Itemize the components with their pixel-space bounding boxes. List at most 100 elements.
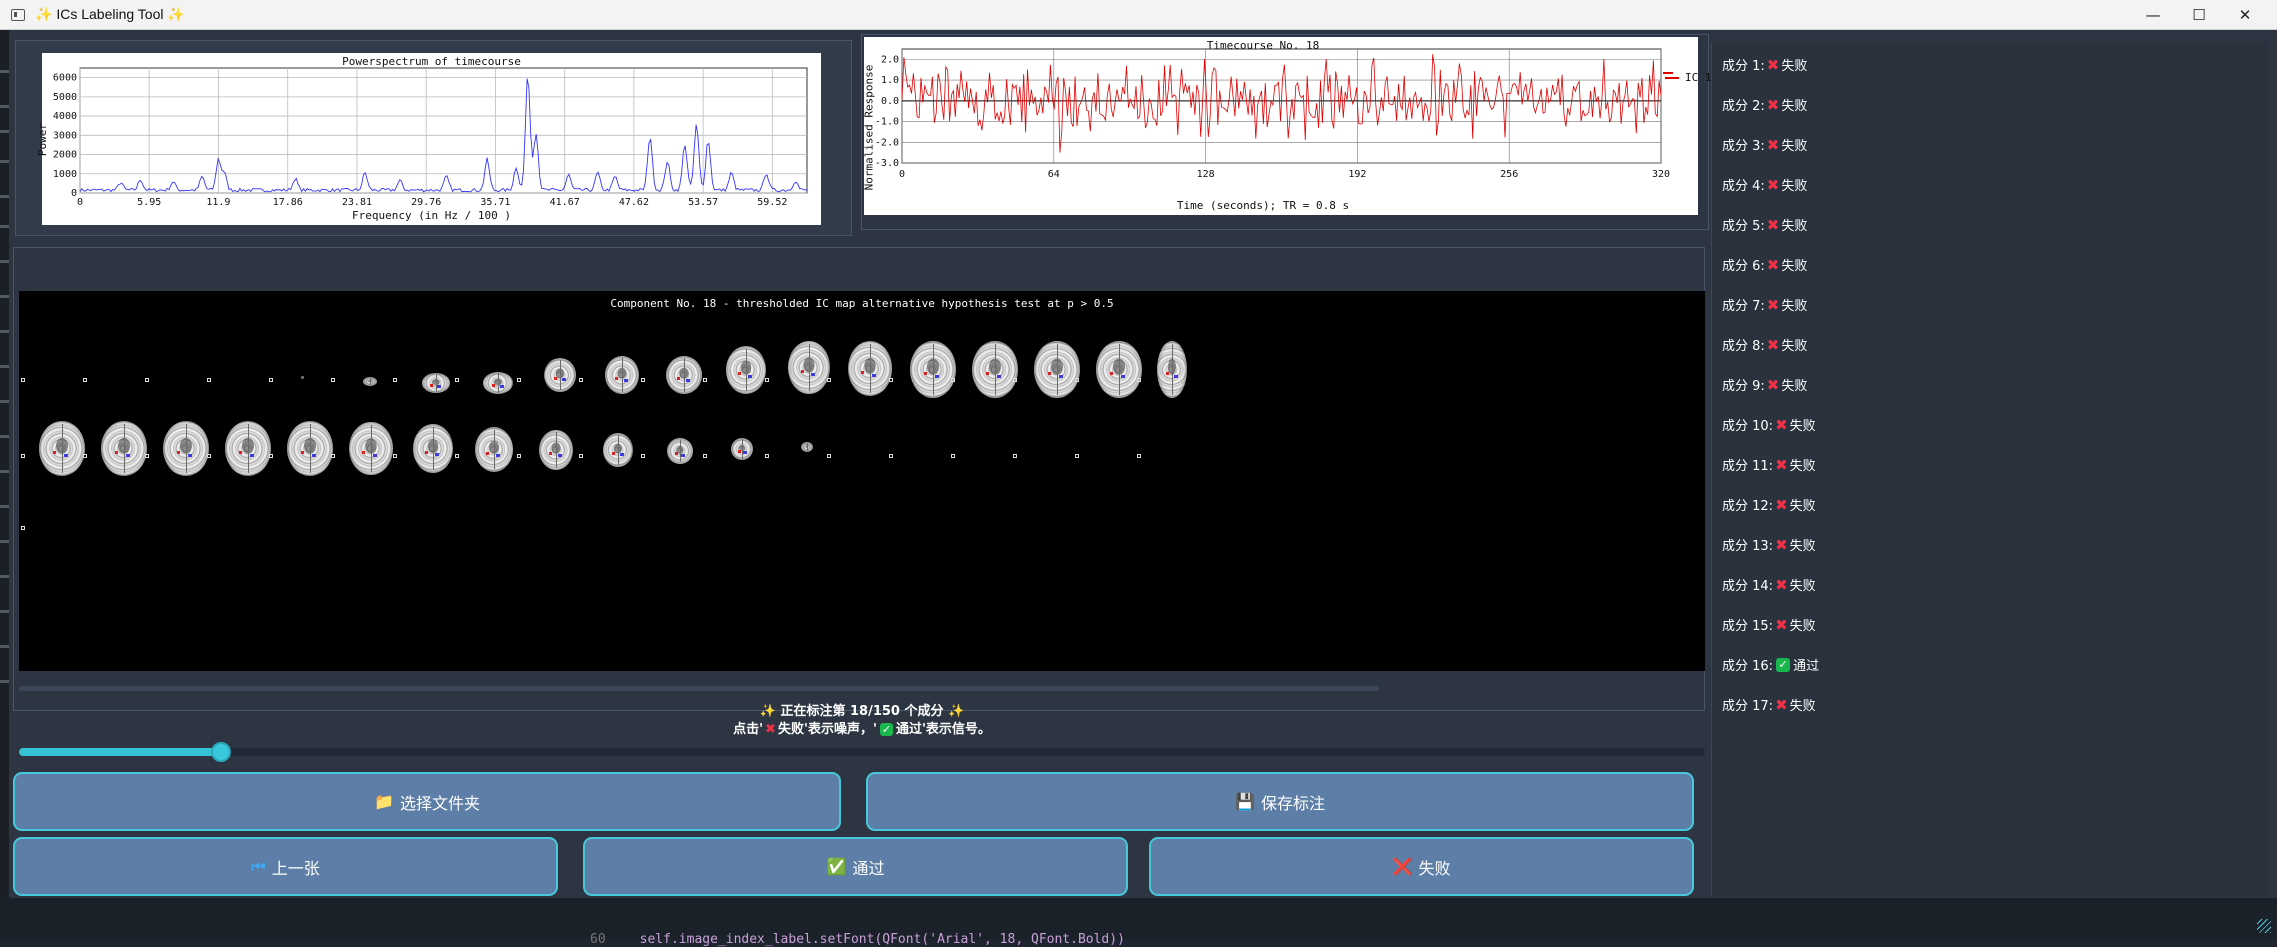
activation-blue bbox=[624, 379, 628, 382]
component-status: 失败 bbox=[1781, 55, 1807, 74]
slice-tick-mark bbox=[21, 378, 25, 382]
component-name: 成分 14: bbox=[1722, 575, 1773, 594]
app-icon bbox=[11, 9, 25, 21]
x-tick-label: 17.86 bbox=[273, 197, 303, 208]
x-tick-label: 29.76 bbox=[411, 197, 441, 208]
component-name: 成分 16: bbox=[1722, 655, 1773, 674]
previous-button[interactable]: ⏮ 上一张 bbox=[13, 837, 558, 896]
close-button[interactable]: ✕ bbox=[2222, 0, 2268, 30]
slice-tick-mark bbox=[207, 378, 211, 382]
activation-blue bbox=[188, 454, 192, 457]
slice-tick-mark bbox=[83, 378, 87, 382]
x-tick-label: 35.71 bbox=[480, 197, 510, 208]
slice-tick-mark bbox=[889, 378, 893, 382]
powerspectrum-chart: 010002000300040005000600005.9511.917.862… bbox=[42, 53, 821, 225]
activation-blue bbox=[312, 454, 316, 457]
timecourse-series-line bbox=[902, 54, 1661, 152]
activation-blue bbox=[1121, 375, 1125, 378]
fail-x-icon: ✖ bbox=[1767, 56, 1780, 74]
powerspectrum-panel: Powerspectrum of timecourse 010002000300… bbox=[15, 40, 852, 236]
brain-slice-row2-12 bbox=[731, 438, 753, 460]
window-title: ✨ ICs Labeling Tool ✨ bbox=[35, 6, 185, 23]
cross-icon: ❌ bbox=[1393, 857, 1413, 876]
brain-slice-row2-3 bbox=[163, 421, 209, 476]
y-tick-label: 1000 bbox=[53, 169, 77, 180]
timecourse-plot: Timecourse No. 18 2.01.00.0-1.0-2.0-3.00… bbox=[864, 37, 1698, 215]
previous-label: 上一张 bbox=[272, 855, 320, 879]
maximize-button[interactable]: ☐ bbox=[2176, 0, 2222, 30]
activation-blue bbox=[64, 454, 68, 457]
activation-blue bbox=[373, 454, 377, 457]
slice-tick-mark bbox=[703, 454, 707, 458]
component-name: 成分 15: bbox=[1722, 615, 1773, 634]
slice-tick-mark bbox=[1075, 378, 1079, 382]
window-titlebar: ✨ ICs Labeling Tool ✨ — ☐ ✕ bbox=[0, 0, 2277, 30]
fail-button[interactable]: ❌ 失败 bbox=[1149, 837, 1694, 896]
brain-slice-row2-5 bbox=[287, 421, 333, 476]
y-tick-label: 2.0 bbox=[881, 54, 899, 65]
x-tick-label: 64 bbox=[1048, 169, 1060, 180]
fail-x-icon: ✖ bbox=[1775, 576, 1788, 594]
slice-tick-mark bbox=[889, 454, 893, 458]
activation-red bbox=[53, 451, 56, 454]
progress-handle[interactable] bbox=[211, 742, 231, 762]
slice-tick-mark bbox=[331, 378, 335, 382]
instruction-mid: '表示噪声，' bbox=[804, 722, 877, 737]
x-tick-label: 320 bbox=[1652, 169, 1670, 180]
label-list-item: 成分 1:✖失败 bbox=[1722, 55, 1807, 74]
component-status: 失败 bbox=[1781, 175, 1807, 194]
select-folder-button[interactable]: 📁 选择文件夹 bbox=[13, 772, 841, 831]
slice-tick-mark bbox=[517, 454, 521, 458]
slice-tick-mark bbox=[207, 454, 211, 458]
folder-icon: 📁 bbox=[374, 792, 394, 811]
component-name: 成分 8: bbox=[1722, 335, 1765, 354]
activation-red bbox=[615, 377, 618, 380]
component-status: 失败 bbox=[1790, 455, 1816, 474]
check-icon: ✅ bbox=[827, 857, 847, 876]
minimize-button[interactable]: — bbox=[2130, 0, 2176, 30]
brain-slice-row1-1 bbox=[301, 376, 304, 379]
activation-blue bbox=[562, 378, 566, 381]
label-list-item: 成分 17:✖失败 bbox=[1722, 695, 1816, 714]
component-name: 成分 17: bbox=[1722, 695, 1773, 714]
activation-blue bbox=[681, 454, 685, 457]
fail-x-icon: ✖ bbox=[1775, 456, 1788, 474]
brain-slice-row2-7 bbox=[413, 424, 453, 473]
activation-red bbox=[486, 452, 489, 455]
slice-tick-mark bbox=[579, 378, 583, 382]
resize-grip[interactable] bbox=[2257, 919, 2271, 933]
slice-tick-mark bbox=[641, 454, 645, 458]
component-name: 成分 1: bbox=[1722, 55, 1765, 74]
brain-slice-row2-4 bbox=[225, 421, 271, 476]
slice-tick-mark bbox=[765, 454, 769, 458]
powerspectrum-xlabel: Frequency (in Hz / 100 ) bbox=[42, 209, 821, 222]
activation-red bbox=[430, 384, 433, 387]
save-labels-button[interactable]: 💾 保存标注 bbox=[866, 772, 1694, 831]
fail-x-icon: ✖ bbox=[1767, 336, 1780, 354]
label-list-item: 成分 5:✖失败 bbox=[1722, 215, 1807, 234]
y-tick-label: 1.0 bbox=[881, 75, 899, 86]
slice-tick-mark bbox=[1075, 454, 1079, 458]
activation-blue bbox=[743, 451, 747, 454]
brain-slice-row1-4 bbox=[483, 372, 513, 394]
progress-slider[interactable] bbox=[19, 748, 1705, 756]
slice-tick-mark bbox=[951, 378, 955, 382]
component-status: 失败 bbox=[1781, 295, 1807, 314]
activation-blue bbox=[1059, 375, 1063, 378]
fail-x-icon: ✖ bbox=[765, 722, 776, 737]
activation-blue bbox=[686, 379, 690, 382]
icmap-caption: Component No. 18 - thresholded IC map al… bbox=[19, 297, 1705, 310]
component-name: 成分 6: bbox=[1722, 255, 1765, 274]
activation-red bbox=[239, 451, 242, 454]
brain-slice-row1-12 bbox=[972, 341, 1018, 398]
component-status: 失败 bbox=[1781, 215, 1807, 234]
component-status: 失败 bbox=[1781, 95, 1807, 114]
activation-red bbox=[301, 451, 304, 454]
activation-blue bbox=[748, 375, 752, 378]
y-tick-label: -2.0 bbox=[875, 137, 899, 148]
instruction-fail-word: 失败 bbox=[778, 722, 804, 737]
pass-button[interactable]: ✅ 通过 bbox=[583, 837, 1128, 896]
icmap-scrollbar[interactable] bbox=[19, 686, 1379, 691]
label-list-item: 成分 3:✖失败 bbox=[1722, 135, 1807, 154]
slice-tick-mark bbox=[21, 526, 25, 530]
